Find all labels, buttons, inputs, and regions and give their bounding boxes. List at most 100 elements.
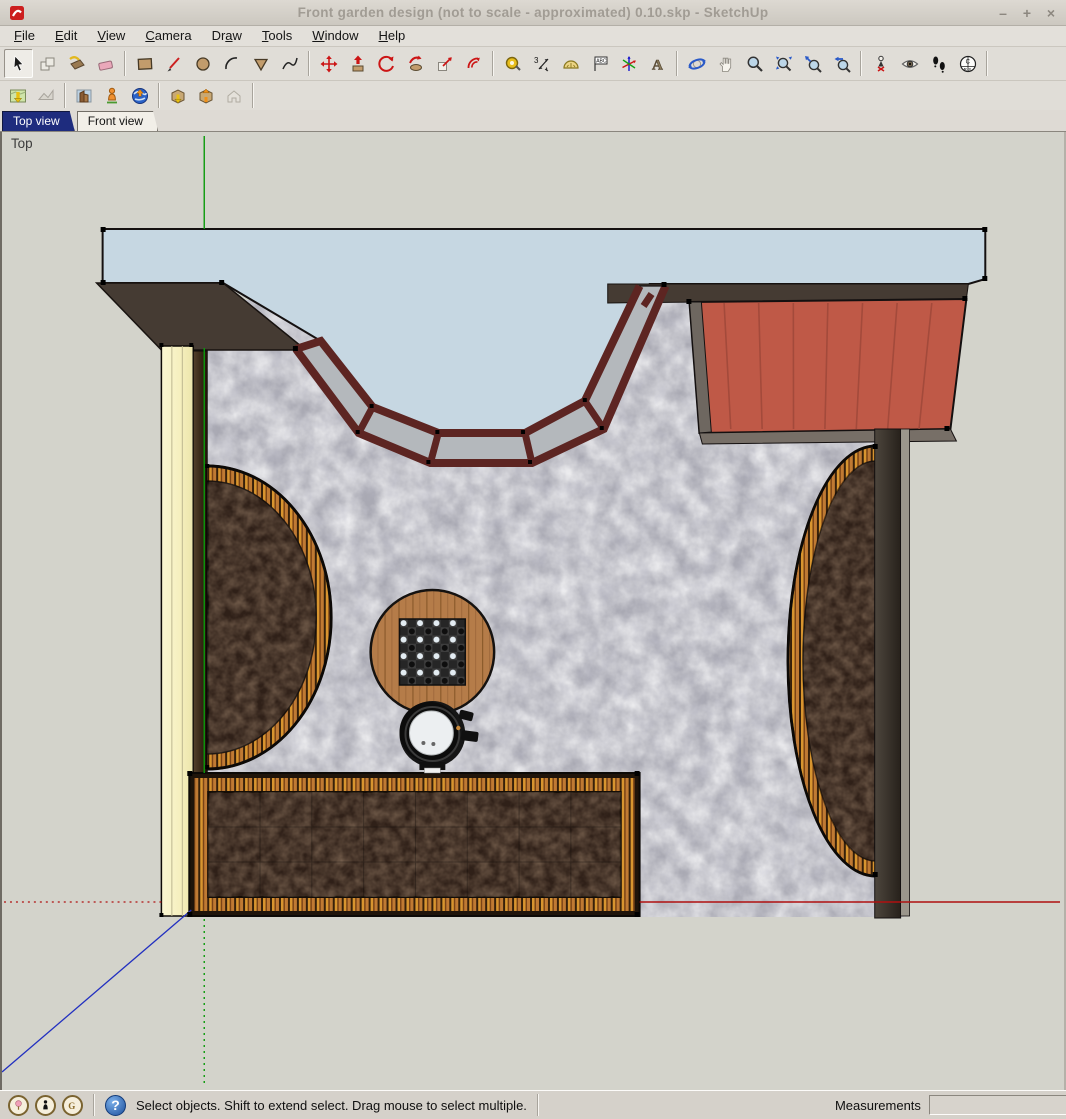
polygon-icon <box>251 54 271 74</box>
eraser-button[interactable] <box>91 49 120 78</box>
photo-textures-icon <box>74 86 94 106</box>
right-fence[interactable] <box>875 429 910 918</box>
statusbar: G ? Select objects. Shift to extend sele… <box>0 1090 1066 1119</box>
grill-knob-2[interactable] <box>461 730 479 742</box>
svg-text:ABC: ABC <box>596 58 607 64</box>
zoom-icon <box>745 54 765 74</box>
tab-front-view[interactable]: Front view <box>77 111 158 131</box>
person-icon <box>39 1098 52 1113</box>
text-tool-button[interactable]: ABC <box>585 49 614 78</box>
menu-help[interactable]: Help <box>369 27 416 45</box>
orbit-tool-button[interactable] <box>682 49 711 78</box>
add-new-building-button[interactable] <box>98 82 126 109</box>
measurements-label: Measurements <box>835 1098 921 1113</box>
polygon-tool-button[interactable] <box>246 49 275 78</box>
person-status-button[interactable] <box>35 1095 56 1116</box>
statusbar-separator <box>537 1094 539 1116</box>
axes-tool-button[interactable] <box>614 49 643 78</box>
menu-tools[interactable]: Tools <box>252 27 302 45</box>
menu-edit[interactable]: Edit <box>45 27 87 45</box>
right-fence-light-face[interactable] <box>901 429 910 916</box>
share-component-icon <box>224 86 244 106</box>
dimension-tool-button[interactable]: 3 <box>527 49 556 78</box>
pencil-icon <box>164 54 184 74</box>
grill-lid-dot-1 <box>421 741 425 745</box>
bottom-rectangular-flower-bed[interactable] <box>189 773 639 916</box>
right-fence-dark-face[interactable] <box>875 429 901 918</box>
position-camera-icon <box>871 54 891 74</box>
paint-bucket-button[interactable] <box>62 49 91 78</box>
menu-file[interactable]: File <box>4 27 45 45</box>
circle-tool-button[interactable] <box>188 49 217 78</box>
chessboard[interactable] <box>400 619 466 685</box>
offset-tool-button[interactable] <box>459 49 488 78</box>
menu-draw-post: w <box>233 28 242 43</box>
tape-measure-button[interactable] <box>498 49 527 78</box>
section-plane-icon: CR·S <box>958 54 978 74</box>
share-component-button[interactable] <box>220 82 248 109</box>
menu-file-post: ile <box>22 28 35 43</box>
follow-me-icon <box>406 54 426 74</box>
arc-tool-button[interactable] <box>217 49 246 78</box>
zoom-extents-icon <box>803 54 823 74</box>
svg-text:C: C <box>965 59 970 65</box>
rotate-tool-button[interactable] <box>372 49 401 78</box>
menu-camera-post: amera <box>155 28 192 43</box>
select-tool-button[interactable] <box>4 49 33 78</box>
get-models-button[interactable] <box>164 82 192 109</box>
make-component-button[interactable] <box>33 49 62 78</box>
wall-strip[interactable] <box>193 351 207 773</box>
drawing-viewport[interactable]: Top <box>0 132 1066 1090</box>
line-tool-button[interactable] <box>159 49 188 78</box>
get-current-view-button[interactable] <box>4 82 32 109</box>
dimension-icon: 3 <box>532 54 552 74</box>
menu-camera-mn: C <box>145 28 154 43</box>
section-plane-button[interactable]: CR·S <box>953 49 982 78</box>
zoom-tool-button[interactable] <box>740 49 769 78</box>
google-earth-button[interactable] <box>126 82 154 109</box>
minimize-button[interactable]: – <box>996 6 1010 20</box>
walk-tool-button[interactable] <box>924 49 953 78</box>
toggle-terrain-button[interactable] <box>32 82 60 109</box>
look-around-button[interactable] <box>895 49 924 78</box>
menu-edit-mn: E <box>55 28 64 43</box>
zoom-previous-button[interactable] <box>827 49 856 78</box>
zoom-extents-button[interactable] <box>798 49 827 78</box>
move-tool-button[interactable] <box>314 49 343 78</box>
grill-lid[interactable] <box>409 711 453 755</box>
photo-textures-button[interactable] <box>70 82 98 109</box>
share-model-button[interactable] <box>192 82 220 109</box>
menu-window[interactable]: Window <box>302 27 368 45</box>
close-button[interactable]: × <box>1044 6 1058 20</box>
help-icon[interactable]: ? <box>105 1095 126 1116</box>
maximize-button[interactable]: + <box>1020 6 1034 20</box>
push-pull-tool-button[interactable] <box>343 49 372 78</box>
round-table-with-chessboard[interactable] <box>371 590 495 714</box>
scene-tabs: Top view Front view <box>0 110 1066 132</box>
freehand-tool-button[interactable] <box>275 49 304 78</box>
3d-text-tool-button[interactable]: A <box>643 49 672 78</box>
svg-text:G: G <box>68 1101 75 1111</box>
orbit-icon <box>687 54 707 74</box>
grill-knob-detail <box>456 726 460 730</box>
viewport-canvas[interactable]: Top <box>2 132 1064 1090</box>
pan-tool-button[interactable] <box>711 49 740 78</box>
circle-icon <box>193 54 213 74</box>
measurements-input[interactable] <box>929 1095 1066 1115</box>
follow-me-tool-button[interactable] <box>401 49 430 78</box>
rotate-icon <box>377 54 397 74</box>
sketchup-logo-icon <box>8 4 26 22</box>
protractor-tool-button[interactable] <box>556 49 585 78</box>
menu-draw[interactable]: Draw <box>202 27 252 45</box>
rectangle-tool-button[interactable] <box>130 49 159 78</box>
garage-roof[interactable] <box>689 299 966 444</box>
menu-view[interactable]: View <box>87 27 135 45</box>
tab-top-view[interactable]: Top view <box>2 111 75 131</box>
toggle-terrain-icon <box>36 86 56 106</box>
scale-tool-button[interactable] <box>430 49 459 78</box>
google-status-button[interactable]: G <box>62 1095 83 1116</box>
instructor-status-button[interactable] <box>8 1095 29 1116</box>
zoom-window-button[interactable] <box>769 49 798 78</box>
position-camera-button[interactable] <box>866 49 895 78</box>
menu-camera[interactable]: Camera <box>135 27 201 45</box>
